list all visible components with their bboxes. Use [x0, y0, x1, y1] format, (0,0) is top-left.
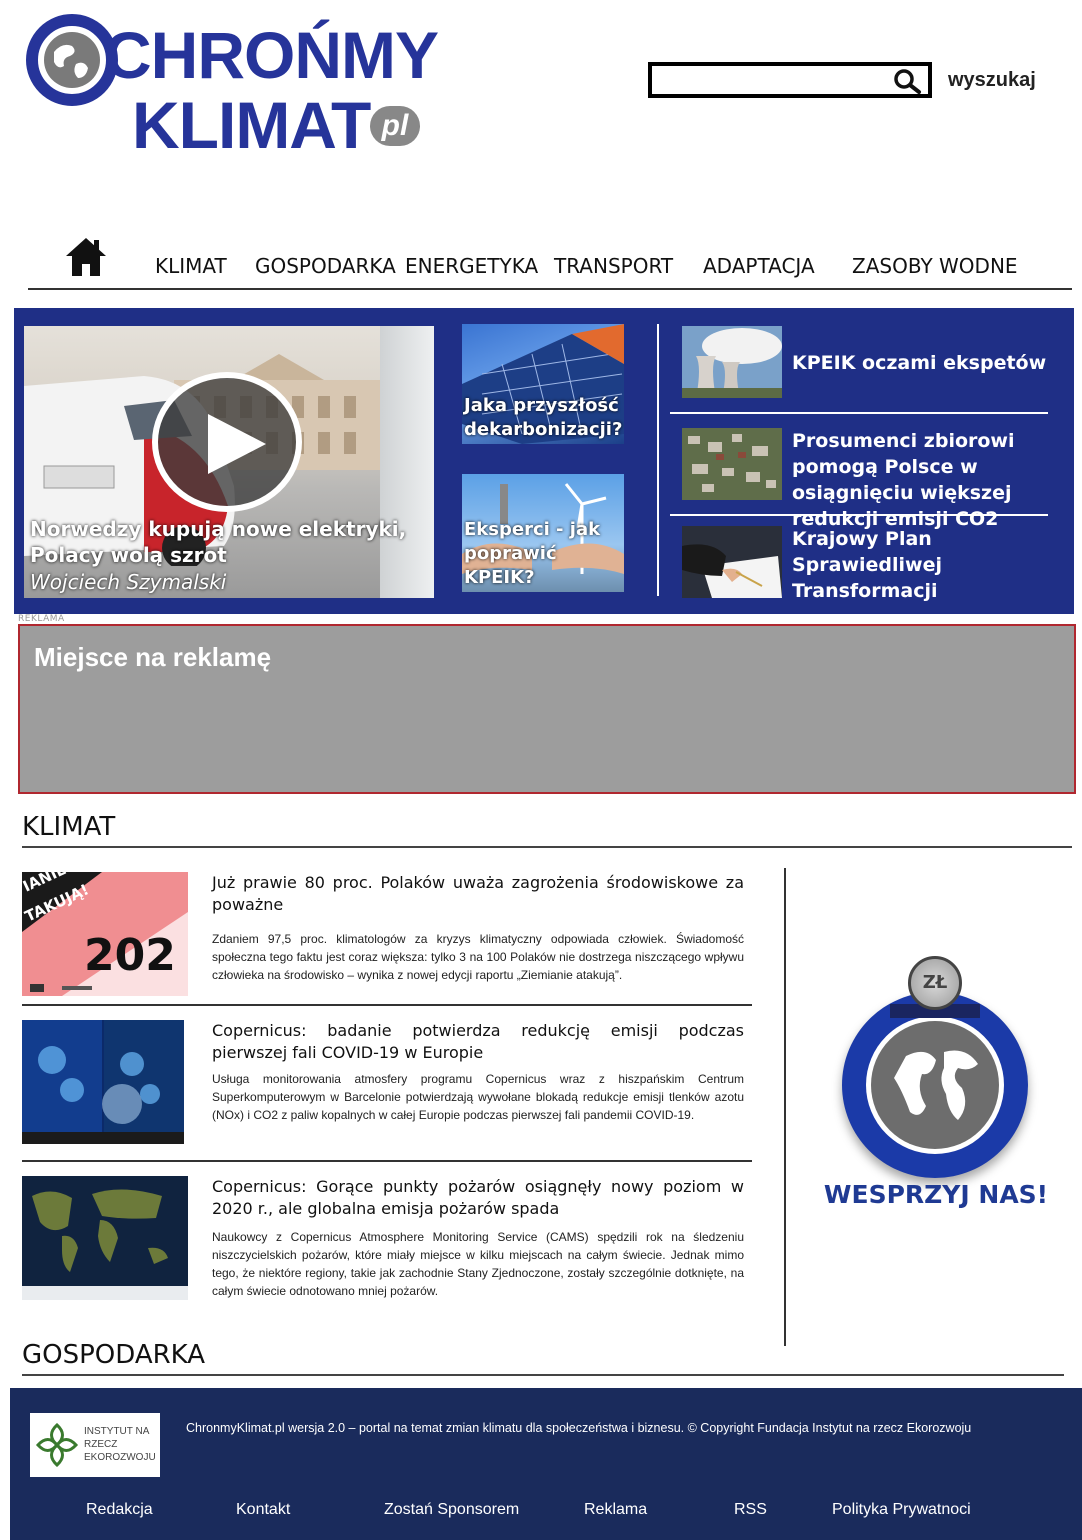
site-footer: INSTYTUT NA RZECZ EKOROZWOJU ChronmyKlim…	[10, 1388, 1082, 1540]
story-card-solar[interactable]: Jaka przyszłość dekarbonizacji?	[462, 324, 624, 444]
nav-item-gospodarka[interactable]: GOSPODARKA	[255, 256, 396, 276]
logo-text-bottom: KLIMAT	[132, 88, 371, 162]
play-icon	[208, 414, 266, 474]
article-item[interactable]: Copernicus: badanie potwierdza redukcję …	[22, 1020, 752, 1144]
footer-link-redakcja[interactable]: Redakcja	[86, 1502, 153, 1518]
signing-document-image	[682, 526, 782, 598]
section-underline	[22, 1374, 1064, 1376]
report-cover-image: IANIE TAKUJĄ! 202	[22, 872, 188, 996]
article-thumbnail[interactable]	[22, 1176, 188, 1300]
footer-link-sponsor[interactable]: Zostań Sponsorem	[384, 1502, 519, 1518]
footer-link-kontakt[interactable]: Kontakt	[236, 1502, 290, 1518]
story-card-caption: Eksperci - jak poprawić KPEIK?	[464, 519, 601, 588]
article-item[interactable]: IANIE TAKUJĄ! 202 Już prawie 80 proc. Po…	[22, 872, 752, 996]
side-story-title: Prosumenci zbiorowi pomogą Polsce w osią…	[792, 430, 1015, 530]
story-card-caption: Jaka przyszłość dekarbonizacji?	[464, 395, 623, 440]
side-story-kpeik[interactable]: KPEIK oczami ekspetów	[682, 326, 1054, 406]
section-underline	[22, 846, 1072, 848]
leaf-logo-icon	[35, 1422, 79, 1468]
donate-button[interactable]: WESPRZYJ NAS!	[820, 1182, 1052, 1207]
emission-map-image	[22, 1020, 184, 1144]
footer-link-reklama[interactable]: Reklama	[584, 1502, 647, 1518]
article-title[interactable]: Copernicus: Gorące punkty pożarów osiągn…	[212, 1176, 744, 1220]
site-logo[interactable]: CHROŃMY KLIMAT pl	[24, 10, 439, 158]
footer-copyright: ChronmyKlimat.pl wersja 2.0 – portal na …	[186, 1421, 972, 1435]
side-separator	[670, 514, 1048, 516]
power-plant-image	[682, 326, 782, 398]
footer-link-rss[interactable]: RSS	[734, 1502, 767, 1518]
footer-logo-text: INSTYTUT NA RZECZ EKOROZWOJU	[84, 1426, 156, 1463]
side-story-title: Krajowy Plan Sprawiedliwej Transformacji	[792, 528, 943, 602]
logo-suffix: pl	[370, 106, 420, 146]
nav-item-zasoby-wodne[interactable]: ZASOBY WODNE	[852, 256, 1018, 276]
nav-item-transport[interactable]: TRANSPORT	[554, 256, 673, 276]
side-story-transformation[interactable]: Krajowy Plan Sprawiedliwej Transformacji	[682, 526, 1054, 606]
donate-globe-icon	[842, 992, 1028, 1178]
ad-placeholder-text: Miejsce na reklamę	[34, 642, 272, 672]
main-featured-story[interactable]: Norwedzy kupują nowe elektryki, Polacy w…	[24, 326, 434, 598]
featured-section: Norwedzy kupują nowe elektryki, Polacy w…	[14, 308, 1074, 614]
side-separator	[670, 412, 1048, 414]
nav-item-klimat[interactable]: KLIMAT	[155, 256, 227, 276]
story-card-experts[interactable]: Eksperci - jak poprawić KPEIK?	[462, 474, 624, 592]
article-title[interactable]: Już prawie 80 proc. Polaków uważa zagroż…	[212, 872, 744, 916]
content-divider	[784, 868, 786, 1346]
main-story-author: Wojciech Szymalski	[30, 570, 227, 594]
thumb-text: 202	[84, 930, 176, 981]
article-item[interactable]: Copernicus: Gorące punkty pożarów osiągn…	[22, 1176, 752, 1300]
footer-logo[interactable]: INSTYTUT NA RZECZ EKOROZWOJU	[30, 1413, 160, 1477]
main-story-title[interactable]: Norwedzy kupują nowe elektryki, Polacy w…	[30, 516, 428, 568]
section-title-klimat[interactable]: KLIMAT	[22, 814, 115, 840]
globe-icon	[871, 1021, 999, 1149]
wildfire-world-map-image	[22, 1176, 188, 1300]
search-icon[interactable]	[892, 68, 922, 94]
footer-link-privacy[interactable]: Polityka Prywatnoci	[832, 1502, 971, 1518]
search-input[interactable]	[648, 62, 932, 98]
home-icon[interactable]	[64, 236, 108, 278]
aerial-town-image	[682, 428, 782, 500]
ad-label: REKLAMA	[18, 614, 65, 624]
nav-item-adaptacja[interactable]: ADAPTACJA	[703, 256, 815, 276]
video-play-button[interactable]	[152, 372, 302, 512]
hero-divider	[657, 324, 659, 596]
logo-text-top: CHROŃMY	[104, 18, 439, 92]
main-nav: KLIMAT GOSPODARKA ENERGETYKA TRANSPORT A…	[28, 232, 1072, 290]
article-thumbnail[interactable]: IANIE TAKUJĄ! 202	[22, 872, 188, 996]
coin-icon: ZŁ	[908, 956, 962, 1010]
article-separator	[22, 1004, 752, 1006]
article-separator	[22, 1160, 752, 1162]
side-story-title: KPEIK oczami ekspetów	[792, 352, 1047, 374]
search-button[interactable]: wyszukaj	[948, 70, 1036, 90]
article-thumbnail[interactable]	[22, 1020, 184, 1144]
article-excerpt: Naukowcy z Copernicus Atmosphere Monitor…	[212, 1230, 744, 1298]
nav-item-energetyka[interactable]: ENERGETYKA	[405, 256, 538, 276]
article-excerpt: Zdaniem 97,5 proc. klimatologów za kryzy…	[212, 932, 744, 982]
ad-banner[interactable]: Miejsce na reklamę	[18, 624, 1076, 794]
donate-widget[interactable]: ZŁ WESPRZYJ NAS!	[820, 952, 1052, 1222]
side-story-prosumers[interactable]: Prosumenci zbiorowi pomogą Polsce w osią…	[682, 428, 1054, 530]
article-excerpt: Usługa monitorowania atmosfery programu …	[212, 1072, 744, 1122]
section-title-gospodarka[interactable]: GOSPODARKA	[22, 1342, 205, 1368]
article-title[interactable]: Copernicus: badanie potwierdza redukcję …	[212, 1020, 744, 1064]
